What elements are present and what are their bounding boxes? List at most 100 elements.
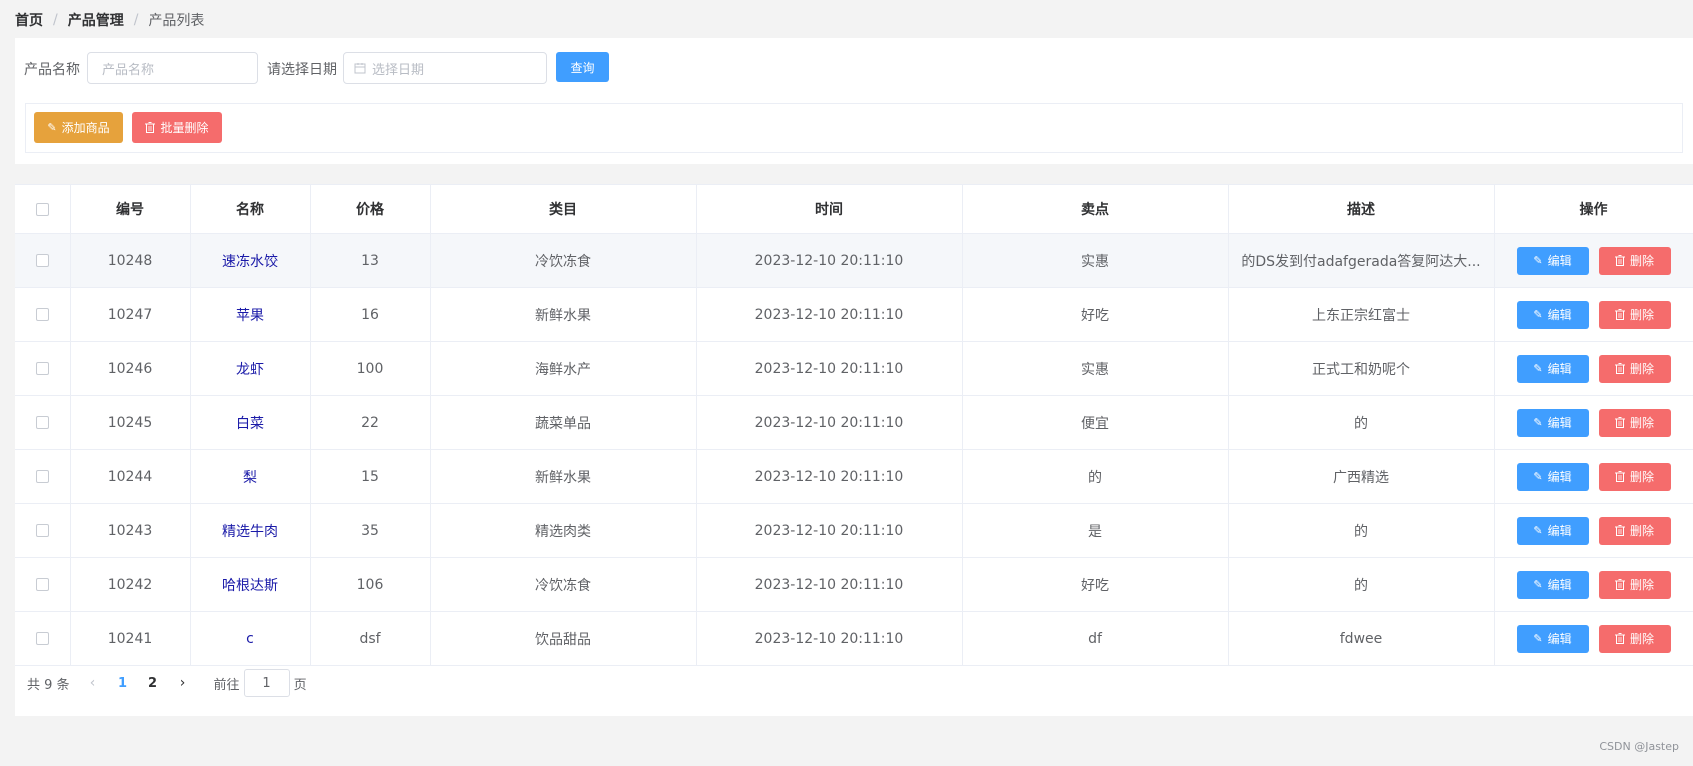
delete-button[interactable]: 删除	[1598, 462, 1671, 491]
cell-name[interactable]: 速冻水饺	[190, 233, 311, 288]
trash-icon	[1614, 579, 1625, 590]
cell-id: 10248	[70, 233, 191, 288]
edit-icon: ✎	[1533, 308, 1543, 321]
row-checkbox[interactable]	[35, 308, 49, 321]
page-button-1[interactable]: 1	[108, 676, 138, 691]
cell-description: 上东正宗红富士	[1228, 287, 1495, 342]
trash-icon	[1614, 255, 1625, 266]
search-panel: 产品名称 产品名称 请选择日期 选择日期 查询 ✎ 添加商品 批量删除	[15, 38, 1693, 164]
edit-button[interactable]: ✎ 编辑	[1516, 408, 1589, 437]
cell-name[interactable]: 龙虾	[190, 341, 311, 396]
cell-category: 海鲜水产	[430, 341, 697, 396]
cell-description: fdwee	[1228, 611, 1495, 666]
row-select-cell	[15, 449, 71, 504]
chevron-right-icon[interactable]: ›	[168, 675, 198, 691]
chevron-left-icon[interactable]: ‹	[78, 675, 108, 691]
cell-category: 冷饮冻食	[430, 233, 697, 288]
trash-icon	[1614, 471, 1625, 482]
cell-category: 冷饮冻食	[430, 557, 697, 612]
edit-button[interactable]: ✎ 编辑	[1516, 354, 1589, 383]
edit-button[interactable]: ✎ 编辑	[1516, 246, 1589, 275]
date-picker-input[interactable]: 选择日期	[343, 52, 547, 84]
breadcrumb-product-management[interactable]: 产品管理	[68, 10, 124, 30]
cell-id: 10246	[70, 341, 191, 396]
toolbar: ✎ 添加商品 批量删除	[25, 103, 1683, 153]
column-header-category: 类目	[430, 184, 697, 234]
edit-button-label: 编辑	[1547, 416, 1572, 430]
edit-button[interactable]: ✎ 编辑	[1516, 570, 1589, 599]
edit-icon: ✎	[1533, 416, 1543, 429]
row-checkbox[interactable]	[35, 524, 49, 537]
edit-button[interactable]: ✎ 编辑	[1516, 516, 1589, 545]
cell-description: 广西精选	[1228, 449, 1495, 504]
cell-name[interactable]: c	[190, 611, 311, 666]
cell-price: dsf	[310, 611, 431, 666]
breadcrumb-home[interactable]: 首页	[15, 10, 43, 30]
row-checkbox[interactable]	[35, 578, 49, 591]
cell-id: 10243	[70, 503, 191, 558]
goto-page-input[interactable]: 1	[243, 669, 290, 697]
cell-name[interactable]: 苹果	[190, 287, 311, 342]
edit-button[interactable]: ✎ 编辑	[1516, 624, 1589, 653]
cell-id: 10242	[70, 557, 191, 612]
row-checkbox[interactable]	[35, 416, 49, 429]
edit-button[interactable]: ✎ 编辑	[1516, 300, 1589, 329]
cell-description: 正式工和奶呢个	[1228, 341, 1495, 396]
delete-button[interactable]: 删除	[1598, 354, 1671, 383]
cell-selling-point: 好吃	[962, 557, 1229, 612]
batch-delete-button[interactable]: 批量删除	[132, 112, 222, 143]
cell-selling-point: 便宜	[962, 395, 1229, 450]
pagination: 共 9 条 ‹ 1 2 › 前往 1 页	[14, 668, 307, 698]
row-checkbox[interactable]	[35, 632, 49, 645]
cell-name[interactable]: 哈根达斯	[190, 557, 311, 612]
delete-button[interactable]: 删除	[1598, 300, 1671, 329]
column-header-time: 时间	[696, 184, 963, 234]
cell-time: 2023-12-10 20:11:10	[696, 287, 963, 342]
cell-name[interactable]: 白菜	[190, 395, 311, 450]
table-row: 10245 白菜 22 蔬菜单品 2023-12-10 20:11:10 便宜的 ✎ 编辑 删除	[15, 395, 1693, 450]
delete-button[interactable]: 删除	[1598, 408, 1671, 437]
select-all-checkbox[interactable]	[35, 202, 49, 216]
cell-actions: ✎ 编辑 删除	[1494, 287, 1693, 342]
table-row: 10247 苹果 16 新鲜水果 2023-12-10 20:11:10 好吃 上东正宗红富…	[15, 287, 1693, 342]
pagination-total: 共 9 条	[27, 677, 70, 693]
breadcrumb-separator: /	[133, 12, 139, 28]
table-body: 10248 速冻水饺 13 冷饮冻食 2023-12-10 20:11:10 实惠 的DS发…	[15, 233, 1693, 666]
row-checkbox[interactable]	[35, 470, 49, 483]
cell-name[interactable]: 梨	[190, 449, 311, 504]
cell-price: 16	[310, 287, 431, 342]
delete-button-label: 删除	[1629, 254, 1654, 268]
cell-category: 精选肉类	[430, 503, 697, 558]
cell-actions: ✎ 编辑 删除	[1494, 341, 1693, 396]
delete-button[interactable]: 删除	[1598, 246, 1671, 275]
edit-button-label: 编辑	[1547, 524, 1572, 538]
select-all-cell	[15, 184, 71, 234]
delete-button-label: 删除	[1629, 308, 1654, 322]
cell-time: 2023-12-10 20:11:10	[696, 341, 963, 396]
cell-selling-point: 实惠	[962, 233, 1229, 288]
delete-button[interactable]: 删除	[1598, 516, 1671, 545]
row-checkbox[interactable]	[35, 362, 49, 375]
row-checkbox[interactable]	[35, 254, 49, 267]
column-header-description: 描述	[1228, 184, 1495, 234]
delete-button[interactable]: 删除	[1598, 570, 1671, 599]
delete-button[interactable]: 删除	[1598, 624, 1671, 653]
product-name-placeholder: 产品名称	[102, 62, 155, 78]
row-select-cell	[15, 341, 71, 396]
cell-actions: ✎ 编辑 删除	[1494, 557, 1693, 612]
table-row: 10243 精选牛肉 35 精选肉类 2023-12-10 20:11:10 是的 ✎ 编辑 删…	[15, 503, 1693, 558]
edit-button[interactable]: ✎ 编辑	[1516, 462, 1589, 491]
query-button[interactable]: 查询	[556, 52, 609, 82]
product-name-label: 产品名称	[24, 62, 80, 78]
page-button-2[interactable]: 2	[138, 676, 168, 691]
breadcrumb-separator: /	[53, 12, 58, 28]
cell-description: 的	[1228, 503, 1495, 558]
add-product-button[interactable]: ✎ 添加商品	[34, 112, 123, 143]
cell-time: 2023-12-10 20:11:10	[696, 395, 963, 450]
table-row: 10248 速冻水饺 13 冷饮冻食 2023-12-10 20:11:10 实惠 的DS发…	[15, 233, 1693, 288]
product-name-input[interactable]: 产品名称	[87, 52, 258, 84]
cell-name[interactable]: 精选牛肉	[190, 503, 311, 558]
column-header-name: 名称	[190, 184, 311, 234]
edit-button-label: 编辑	[1547, 254, 1572, 268]
cell-category: 新鲜水果	[430, 449, 697, 504]
